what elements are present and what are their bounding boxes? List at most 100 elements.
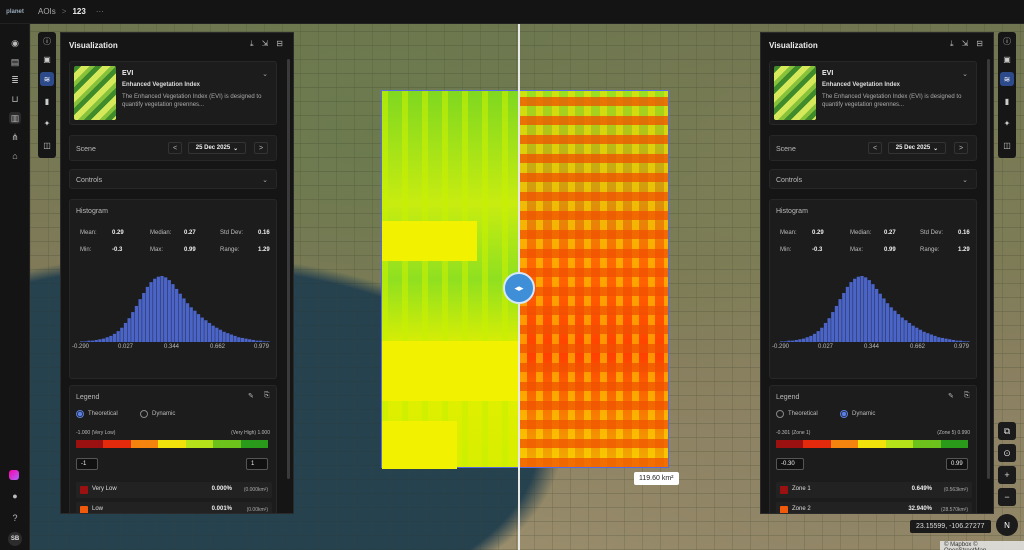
- edit-icon[interactable]: ✎: [248, 392, 254, 400]
- index-full-name: Enhanced Vegetation Index: [122, 82, 201, 88]
- layers-icon[interactable]: ≋: [40, 72, 54, 86]
- chart-icon[interactable]: ▮: [40, 94, 54, 108]
- notifications-icon[interactable]: ●: [9, 490, 21, 502]
- legend-section: Legend ✎ ⎘ Theoretical Dynamic -0.301 (Z…: [769, 385, 977, 513]
- split-view-icon[interactable]: ◫: [1000, 138, 1014, 152]
- chevron-down-icon[interactable]: ⌄: [262, 70, 268, 78]
- legend-swatch: [80, 506, 88, 513]
- export-icon[interactable]: ⎘: [264, 392, 270, 400]
- dynamic-label: Dynamic: [152, 411, 176, 417]
- breadcrumb-separator: >: [61, 7, 67, 16]
- more-options-icon[interactable]: ···: [96, 7, 104, 16]
- histogram-label: Histogram: [76, 208, 108, 215]
- collapse-icon[interactable]: ⇲: [262, 39, 269, 49]
- chart-icon[interactable]: ▮: [1000, 94, 1014, 108]
- inbox-icon[interactable]: ▤: [9, 56, 21, 68]
- zoom-out-button[interactable]: −: [998, 488, 1016, 506]
- zoom-in-button[interactable]: +: [998, 466, 1016, 484]
- theoretical-radio[interactable]: [776, 410, 784, 418]
- controls-label: Controls: [76, 177, 103, 184]
- dynamic-radio[interactable]: [140, 410, 148, 418]
- legend-min-text: -0.301 (Zone 1): [776, 430, 811, 436]
- map-attribution[interactable]: © Mapbox © OpenStreetMap: [940, 541, 1024, 550]
- locate-icon[interactable]: ⊙: [998, 444, 1016, 462]
- range-value: 1.29: [958, 247, 970, 253]
- avatar[interactable]: SB: [8, 532, 22, 546]
- right-toolstrip: ⓘ ▣ ≋ ▮ ✦ ◫: [998, 32, 1016, 158]
- index-selector[interactable]: EVI Enhanced Vegetation Index The Enhanc…: [69, 61, 277, 125]
- histogram-bar: [90, 340, 95, 342]
- overlay-band: [382, 421, 457, 469]
- scene-date-select[interactable]: 25 Dec 2025 ⌄: [888, 142, 946, 154]
- scene-date-select[interactable]: 25 Dec 2025 ⌄: [188, 142, 246, 154]
- sparkle-icon[interactable]: ✦: [40, 116, 54, 130]
- histogram-bar: [875, 288, 879, 342]
- app-launcher-icon[interactable]: [9, 470, 19, 480]
- histogram-bar: [966, 341, 970, 342]
- compass-icon[interactable]: ◉: [9, 37, 21, 49]
- split-view-icon[interactable]: ◫: [40, 138, 54, 152]
- legend-color-bar[interactable]: [76, 440, 268, 448]
- legend-class-area: (0.000km²): [243, 487, 268, 493]
- sparkle-icon[interactable]: ✦: [1000, 116, 1014, 130]
- scrollbar[interactable]: [987, 59, 990, 479]
- compass-button[interactable]: N: [996, 514, 1018, 536]
- info-icon[interactable]: ⓘ: [1000, 34, 1014, 48]
- legend-max-input[interactable]: 1: [246, 458, 268, 470]
- legend-min-input[interactable]: -1: [76, 458, 98, 470]
- legend-section: Legend ✎ ⎘ Theoretical Dynamic -1.000 (V…: [69, 385, 277, 513]
- stack-icon[interactable]: ≣: [9, 74, 21, 86]
- legend-max-input[interactable]: 0.99: [946, 458, 968, 470]
- minimize-icon[interactable]: ⊟: [276, 39, 283, 49]
- edit-icon[interactable]: ✎: [948, 392, 954, 400]
- histogram-bar: [926, 333, 930, 342]
- image-icon[interactable]: ▣: [1000, 52, 1014, 66]
- histogram-bar: [933, 335, 937, 342]
- histogram-tick: -0.290: [772, 344, 790, 350]
- logo-text: planet: [6, 8, 24, 15]
- next-scene-button[interactable]: >: [954, 142, 968, 154]
- help-icon[interactable]: ?: [9, 512, 21, 524]
- histogram-bar: [218, 329, 223, 342]
- histogram-bar: [171, 284, 175, 342]
- controls-section[interactable]: Controls ⌄: [69, 169, 277, 189]
- histogram-bar: [255, 340, 259, 342]
- index-selector[interactable]: EVI Enhanced Vegetation Index The Enhanc…: [769, 61, 977, 125]
- store-icon[interactable]: ⌂: [9, 150, 21, 162]
- histogram-tick: 0.662: [210, 344, 226, 350]
- prev-scene-button[interactable]: <: [168, 142, 182, 154]
- swipe-handle[interactable]: ◂▸: [503, 272, 535, 304]
- chevron-down-icon[interactable]: ⌄: [962, 70, 968, 78]
- breadcrumb-aois[interactable]: AOIs: [38, 7, 56, 16]
- legend-color-stop: [185, 440, 214, 448]
- minimize-icon[interactable]: ⊟: [976, 39, 983, 49]
- export-icon[interactable]: ⎘: [964, 392, 970, 400]
- map-icon[interactable]: ▥: [9, 112, 21, 124]
- download-icon[interactable]: ⤓: [250, 39, 254, 49]
- next-scene-button[interactable]: >: [254, 142, 268, 154]
- app-logo[interactable]: planet: [0, 0, 30, 24]
- dynamic-label: Dynamic: [852, 411, 876, 417]
- prev-scene-button[interactable]: <: [868, 142, 882, 154]
- scrollbar[interactable]: [287, 59, 290, 479]
- download-icon[interactable]: ⤓: [950, 39, 954, 49]
- chevron-down-icon: ⌄: [233, 145, 239, 152]
- image-icon[interactable]: ▣: [40, 52, 54, 66]
- legend-class-pct: 0.000%: [211, 486, 232, 492]
- histogram-bar: [112, 333, 117, 342]
- legend-min-input[interactable]: -0.30: [776, 458, 804, 470]
- histogram-bar: [226, 333, 230, 342]
- layers-icon[interactable]: ≋: [1000, 72, 1014, 86]
- controls-section[interactable]: Controls ⌄: [769, 169, 977, 189]
- theoretical-radio[interactable]: [76, 410, 84, 418]
- legend-row: Low 0.001% (0.00km²): [76, 502, 272, 513]
- workflow-icon[interactable]: ⋔: [9, 131, 21, 143]
- histogram-bar: [266, 341, 270, 342]
- screenshot-icon[interactable]: ⧉: [998, 422, 1016, 440]
- legend-color-bar[interactable]: [776, 440, 968, 448]
- dynamic-radio[interactable]: [840, 410, 848, 418]
- cart-icon[interactable]: ⊔: [9, 93, 21, 105]
- collapse-icon[interactable]: ⇲: [962, 39, 969, 49]
- histogram-bar: [794, 339, 798, 342]
- info-icon[interactable]: ⓘ: [40, 34, 54, 48]
